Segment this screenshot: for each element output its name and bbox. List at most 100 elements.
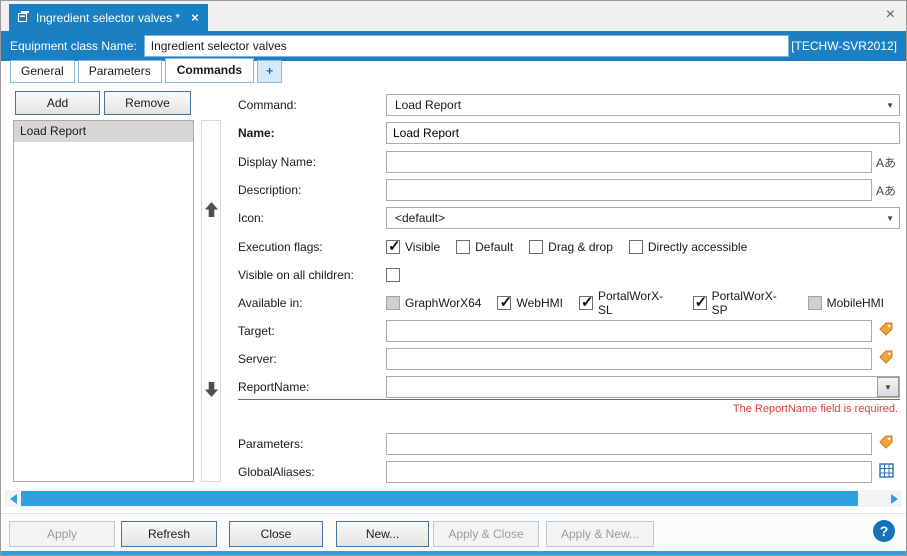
arrow-down-icon — [204, 381, 219, 401]
apply-close-button[interactable]: Apply & Close — [433, 521, 539, 547]
help-button[interactable]: ? — [873, 520, 895, 542]
checkbox-default[interactable]: Default — [456, 240, 513, 254]
target-label: Target: — [238, 324, 386, 338]
apply-button[interactable]: Apply — [9, 521, 115, 547]
checkbox-visible[interactable]: Visible — [386, 240, 440, 254]
name-input[interactable] — [386, 122, 900, 144]
reportname-row: ReportName: ▼ — [238, 376, 900, 398]
visible-checkbox[interactable] — [386, 240, 400, 254]
checkbox-graphworx64[interactable]: GraphWorX64 — [386, 296, 481, 310]
checkbox-portalworx-sp[interactable]: PortalWorX-SP — [693, 289, 792, 317]
parameters-label: Parameters: — [238, 437, 386, 451]
server-input[interactable] — [386, 348, 872, 370]
server-row: Server: — [238, 348, 900, 370]
horizontal-scrollbar[interactable] — [5, 490, 902, 507]
drag-drop-checkbox[interactable] — [529, 240, 543, 254]
display-name-label: Display Name: — [238, 155, 386, 169]
tab-general[interactable]: General — [10, 60, 75, 83]
validation-underline — [238, 399, 900, 400]
checkbox-label: Default — [475, 240, 513, 254]
checkbox-webhmi[interactable]: WebHMI — [497, 296, 562, 310]
name-label: Name: — [238, 126, 386, 140]
checkbox-directly-accessible[interactable]: Directly accessible — [629, 240, 747, 254]
reportname-dropdown-button[interactable]: ▼ — [877, 377, 899, 397]
display-name-row: Display Name: Aあ — [238, 151, 900, 173]
arrow-up-icon — [204, 201, 219, 221]
chevron-down-icon: ▼ — [884, 383, 892, 392]
command-list: Load Report — [13, 120, 194, 482]
tag-icon — [879, 322, 894, 340]
checkbox-label: Directly accessible — [648, 240, 747, 254]
grid-icon — [879, 463, 894, 481]
apply-new-button[interactable]: Apply & New... — [546, 521, 654, 547]
global-aliases-grid-button[interactable] — [872, 463, 900, 481]
refresh-button[interactable]: Refresh — [121, 521, 217, 547]
equipment-class-icon — [18, 11, 29, 25]
tag-picker-button[interactable] — [872, 435, 900, 453]
scrollbar-track[interactable] — [21, 490, 886, 507]
move-up-button[interactable] — [202, 121, 220, 301]
new-button[interactable]: New... — [336, 521, 429, 547]
checkbox-label: PortalWorX-SL — [598, 289, 677, 317]
target-input[interactable] — [386, 320, 872, 342]
reorder-strip — [201, 120, 221, 482]
visible-children-row: Visible on all children: — [238, 264, 900, 286]
description-label: Description: — [238, 183, 386, 197]
checkbox-label: MobileHMI — [827, 296, 884, 310]
close-button[interactable]: Close — [229, 521, 323, 547]
command-row: Command: Load Report ▼ — [238, 94, 900, 116]
move-down-button[interactable] — [202, 301, 220, 481]
visible-children-checkbox[interactable] — [386, 268, 400, 282]
visible-children-label: Visible on all children: — [238, 268, 386, 282]
bottom-accent-bar — [1, 551, 906, 555]
remove-button[interactable]: Remove — [104, 91, 191, 115]
scroll-right-icon — [891, 494, 898, 504]
parameters-input[interactable] — [386, 433, 872, 455]
scroll-left-icon — [10, 494, 17, 504]
default-checkbox[interactable] — [456, 240, 470, 254]
reportname-label: ReportName: — [238, 380, 386, 394]
tab-close-icon[interactable]: × — [191, 10, 199, 25]
portalworx-sl-checkbox[interactable] — [579, 296, 593, 310]
equipment-class-name-input[interactable] — [144, 35, 789, 57]
list-item-load-report[interactable]: Load Report — [14, 121, 193, 142]
description-input[interactable] — [386, 179, 872, 201]
display-name-input[interactable] — [386, 151, 872, 173]
icon-combobox[interactable]: <default> ▼ — [386, 207, 900, 229]
scroll-right-button[interactable] — [886, 490, 902, 507]
tab-commands[interactable]: Commands — [165, 58, 254, 83]
document-tab-title: Ingredient selector valves * — [36, 11, 180, 25]
directly-accessible-checkbox[interactable] — [629, 240, 643, 254]
scrollbar-thumb[interactable] — [21, 491, 858, 506]
add-button[interactable]: Add — [15, 91, 100, 115]
checkbox-mobilehmi[interactable]: MobileHMI — [808, 296, 884, 310]
checkbox-label: Visible — [405, 240, 440, 254]
available-in-label: Available in: — [238, 296, 386, 310]
scroll-left-button[interactable] — [5, 490, 21, 507]
global-aliases-label: GlobalAliases: — [238, 465, 386, 479]
target-row: Target: — [238, 320, 900, 342]
command-combobox[interactable]: Load Report ▼ — [386, 94, 900, 116]
webhmi-checkbox[interactable] — [497, 296, 511, 310]
window-close-icon[interactable]: × — [886, 7, 895, 23]
localization-icon[interactable]: Aあ — [876, 182, 896, 199]
checkbox-portalworx-sl[interactable]: PortalWorX-SL — [579, 289, 677, 317]
tab-add-new[interactable]: + — [257, 60, 282, 83]
tag-picker-button[interactable] — [872, 322, 900, 340]
graphworx64-checkbox[interactable] — [386, 296, 400, 310]
checkbox-drag-drop[interactable]: Drag & drop — [529, 240, 613, 254]
icon-row: Icon: <default> ▼ — [238, 207, 900, 229]
localization-icon[interactable]: Aあ — [876, 154, 896, 171]
mobilehmi-checkbox[interactable] — [808, 296, 822, 310]
description-row: Description: Aあ — [238, 179, 900, 201]
tag-picker-button[interactable] — [872, 350, 900, 368]
tab-parameters[interactable]: Parameters — [78, 60, 162, 83]
document-tab[interactable]: Ingredient selector valves * × — [9, 4, 208, 31]
portalworx-sp-checkbox[interactable] — [693, 296, 707, 310]
global-aliases-input[interactable] — [386, 461, 872, 483]
validation-error-text: The ReportName field is required. — [733, 403, 898, 415]
reportname-combobox[interactable]: ▼ — [386, 376, 900, 398]
parameters-row: Parameters: — [238, 433, 900, 455]
checkbox-label: GraphWorX64 — [405, 296, 481, 310]
command-combobox-value: Load Report — [395, 98, 461, 112]
